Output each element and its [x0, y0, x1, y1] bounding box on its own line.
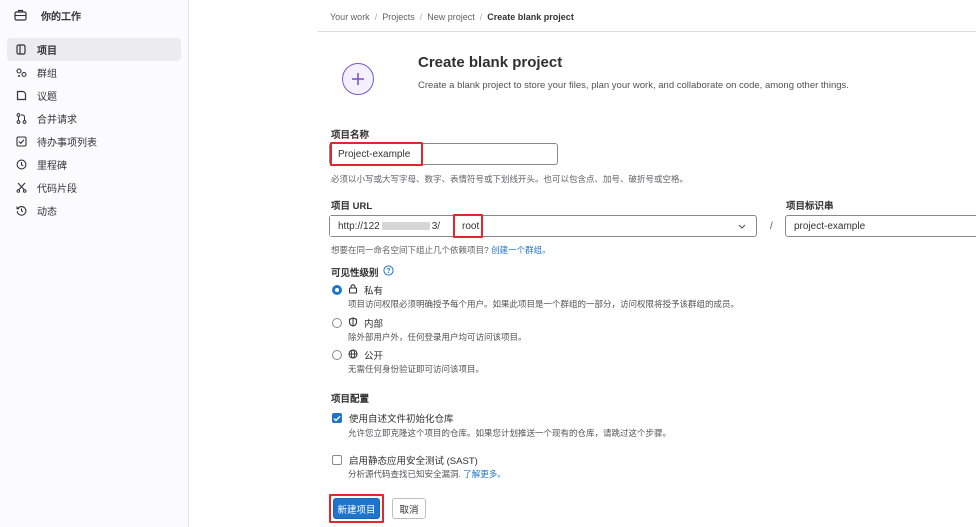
breadcrumb-current[interactable]: Create blank project: [487, 12, 574, 22]
sast-desc: 分析源代码查找已知安全漏洞. 了解更多。: [348, 468, 506, 480]
visibility-internal-radio[interactable]: [332, 318, 342, 328]
lock-icon: [348, 283, 358, 297]
sidebar-item-projects[interactable]: 项目: [7, 38, 181, 61]
project-icon: [15, 44, 27, 55]
project-slug-input[interactable]: project-example: [785, 215, 976, 237]
init-readme-desc: 允许您立即克隆这个项目的仓库。如果您计划推送一个现有的仓库，请跳过这个步骤。: [348, 428, 672, 438]
svg-text:?: ?: [386, 268, 390, 275]
visibility-internal-label: 内部: [364, 319, 384, 330]
help-icon[interactable]: ?: [382, 265, 394, 279]
visibility-private-radio[interactable]: [332, 285, 342, 295]
group-icon: [15, 67, 27, 78]
breadcrumb-separator: /: [419, 12, 423, 22]
breadcrumb-new-project[interactable]: New project: [427, 12, 475, 22]
breadcrumb-your-work[interactable]: Your work: [330, 12, 370, 22]
sast-label: 启用静态应用安全测试 (SAST): [349, 456, 478, 467]
visibility-public-desc: 无需任何身份验证即可访问该项目。: [348, 364, 485, 374]
sast-checkbox[interactable]: [332, 455, 342, 465]
sidebar-header-label: 你的工作: [41, 11, 81, 23]
sidebar-item-label: 项目: [37, 46, 57, 57]
visibility-public[interactable]: 公开: [332, 348, 383, 362]
merge-request-icon: [15, 113, 27, 124]
sast-desc-text: 分析源代码查找已知安全漏洞.: [348, 469, 461, 479]
project-name-help: 必须以小写或大写字母、数字、表情符号或下划线开头。也可以包含点、加号、破折号或空…: [331, 174, 689, 184]
chevron-down-icon: [738, 221, 746, 232]
breadcrumb: Your work / Projects / New project / Cre…: [330, 12, 574, 22]
sidebar-item-label: 动态: [37, 207, 57, 218]
visibility-public-label: 公开: [364, 351, 384, 362]
project-config-label: 项目配置: [331, 394, 370, 405]
url-prefix-end: 3/: [431, 220, 441, 232]
sidebar: 你的工作 项目 群组 议题 合并请求 待办事项列表 里程碑 代码片段 动态: [0, 0, 189, 527]
namespace-select[interactable]: root: [454, 221, 756, 232]
sast-option[interactable]: 启用静态应用安全测试 (SAST): [332, 453, 478, 467]
breadcrumb-separator: /: [374, 12, 378, 22]
url-prefix: http://122 3/: [330, 216, 454, 236]
project-url-group: http://122 3/ root: [329, 215, 757, 237]
issues-icon: [15, 90, 27, 101]
group-help-text: 想要在同一命名空间下组止几个依赖项目?: [331, 245, 489, 255]
sidebar-item-label: 议题: [37, 92, 57, 103]
visibility-private[interactable]: 私有: [332, 283, 383, 297]
main-content: Your work / Projects / New project / Cre…: [190, 0, 976, 527]
page-title: Create blank project: [418, 54, 563, 71]
sidebar-item-label: 合并请求: [37, 115, 77, 126]
page-description: Create a blank project to store your fil…: [418, 80, 849, 91]
sidebar-header[interactable]: 你的工作: [0, 0, 188, 30]
snippet-icon: [15, 182, 27, 193]
sidebar-item-groups[interactable]: 群组: [7, 61, 181, 84]
breadcrumb-separator: /: [479, 12, 483, 22]
visibility-label: 可见性级别: [331, 268, 379, 279]
visibility-private-desc: 项目访问权限必须明确授予每个用户。如果此项目是一个群组的一部分，访问权限将授予该…: [348, 299, 740, 309]
sidebar-item-todos[interactable]: 待办事项列表: [7, 130, 181, 153]
cancel-button[interactable]: 取消: [392, 498, 426, 519]
create-group-link[interactable]: 创建一个群组。: [491, 245, 551, 255]
project-name-label: 项目名称: [331, 130, 370, 141]
project-url-label: 项目 URL: [331, 201, 373, 212]
sidebar-item-label: 代码片段: [37, 184, 77, 195]
url-prefix-start: http://122: [338, 220, 380, 232]
sidebar-item-issues[interactable]: 议题: [7, 84, 181, 107]
highlight-box: [330, 142, 423, 166]
init-readme-checkbox[interactable]: [332, 413, 342, 423]
init-readme-option[interactable]: 使用自述文件初始化仓库: [332, 411, 454, 425]
breadcrumb-projects[interactable]: Projects: [382, 12, 415, 22]
plus-icon: [342, 63, 374, 95]
activity-icon: [15, 205, 27, 216]
learn-more-link[interactable]: 了解更多。: [463, 469, 506, 479]
init-readme-label: 使用自述文件初始化仓库: [349, 414, 454, 425]
group-help: 想要在同一命名空间下组止几个依赖项目? 创建一个群组。: [331, 244, 551, 256]
milestone-icon: [15, 159, 27, 170]
visibility-internal-desc: 除外部用户外，任何登录用户均可访问该项目。: [348, 332, 527, 342]
sidebar-item-label: 里程碑: [37, 161, 67, 172]
sidebar-item-label: 群组: [37, 69, 57, 80]
globe-icon: [348, 348, 358, 362]
highlight-box: [329, 494, 384, 523]
shield-icon: [348, 316, 358, 330]
sidebar-item-merge-requests[interactable]: 合并请求: [7, 107, 181, 130]
visibility-public-radio[interactable]: [332, 350, 342, 360]
todo-icon: [15, 136, 27, 147]
highlight-box: [453, 214, 483, 238]
url-slash: /: [770, 221, 773, 232]
briefcase-icon: [14, 9, 32, 21]
sidebar-item-snippets[interactable]: 代码片段: [7, 176, 181, 199]
sidebar-item-milestones[interactable]: 里程碑: [7, 153, 181, 176]
sidebar-item-label: 待办事项列表: [37, 138, 97, 149]
project-slug-label: 项目标识串: [786, 201, 834, 212]
sidebar-item-activity[interactable]: 动态: [7, 199, 181, 222]
visibility-private-label: 私有: [364, 286, 384, 297]
project-slug-value: project-example: [794, 220, 866, 232]
visibility-label-row: 可见性级别 ?: [331, 265, 394, 279]
header-divider: [318, 31, 976, 32]
visibility-internal[interactable]: 内部: [332, 316, 383, 330]
redacted-ip: [381, 222, 430, 230]
